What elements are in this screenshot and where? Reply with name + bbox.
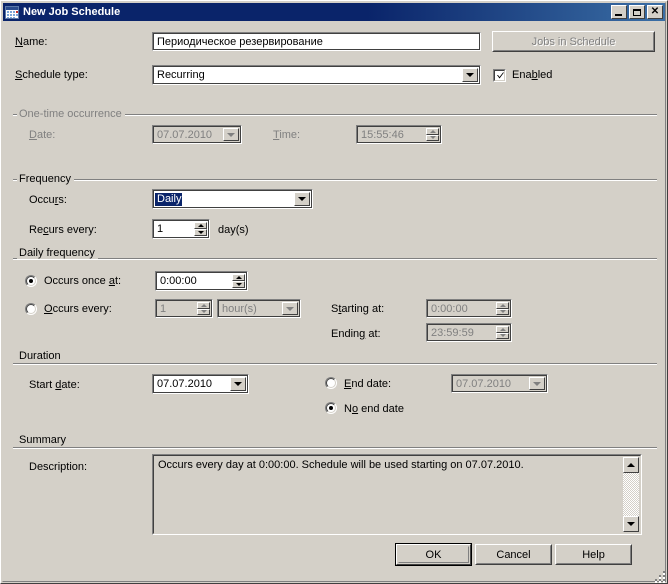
- occurs-every-radio[interactable]: [25, 303, 37, 315]
- one-time-date-combo: 07.07.2010: [152, 125, 242, 144]
- end-date-chevron-down-icon: [529, 377, 545, 390]
- titlebar[interactable]: New Job Schedule ✕: [3, 3, 665, 21]
- schedule-type-combo[interactable]: Recurring: [152, 65, 481, 85]
- ending-at-spinner: 23:59:59: [426, 323, 512, 342]
- window-title: New Job Schedule: [23, 6, 121, 18]
- no-end-date-radio[interactable]: [325, 402, 337, 414]
- recurs-every-spinner[interactable]: 1: [152, 219, 210, 239]
- jobs-in-schedule-label: Jobs in Schedule: [531, 35, 616, 48]
- start-date-chevron-down-icon[interactable]: [230, 377, 246, 391]
- recurs-every-unit-label: day(s): [218, 224, 249, 236]
- enabled-checkbox[interactable]: [493, 69, 506, 82]
- occurs-label: Occurs:: [29, 194, 67, 206]
- close-button[interactable]: ✕: [647, 5, 663, 19]
- one-time-time-label: Time:: [273, 129, 301, 141]
- name-input[interactable]: Периодическое резервирование: [152, 32, 481, 51]
- occurs-value: Daily: [155, 192, 183, 206]
- start-date-combo[interactable]: 07.07.2010: [152, 374, 249, 394]
- resize-grip[interactable]: [651, 567, 665, 583]
- description-label: Description:: [29, 461, 88, 473]
- starting-at-label: Starting at:: [331, 303, 385, 315]
- name-label: Name:: [15, 36, 48, 48]
- schedule-type-chevron-down-icon[interactable]: [462, 68, 478, 82]
- occurs-every-spinner: 1: [155, 299, 213, 318]
- occurs-value-wrap: Daily: [154, 191, 311, 207]
- end-date-radio[interactable]: [325, 377, 337, 389]
- new-job-schedule-dialog: New Job Schedule ✕ Name: Периодическое р…: [0, 0, 668, 584]
- duration-group-line: [13, 363, 657, 365]
- description-text: Occurs every day at 0:00:00. Schedule wi…: [158, 459, 524, 471]
- starting-at-spinner: 0:00:00: [426, 299, 512, 318]
- maximize-button[interactable]: [629, 5, 645, 19]
- one-time-time-spinner: 15:55:46: [356, 125, 442, 144]
- end-date-label: End date:: [344, 378, 392, 390]
- daily-frequency-group-line: [13, 258, 657, 260]
- occurs-combo[interactable]: Daily: [152, 189, 313, 209]
- occurs-every-unit-combo: hour(s): [217, 299, 301, 318]
- enabled-label: Enabled: [512, 69, 553, 81]
- daily-frequency-group-label: Daily frequency: [17, 247, 98, 259]
- occurs-once-radio[interactable]: [25, 275, 37, 287]
- start-date-label: Start date:: [29, 379, 80, 391]
- scroll-down-icon[interactable]: [623, 516, 639, 532]
- help-button[interactable]: Help: [555, 544, 632, 565]
- recurs-every-stepper[interactable]: [194, 222, 207, 236]
- occurs-chevron-down-icon[interactable]: [294, 192, 310, 206]
- schedule-type-value: Recurring: [154, 67, 479, 83]
- starting-at-stepper: [496, 302, 509, 315]
- occurs-every-unit-chevron-down-icon: [282, 302, 298, 315]
- cancel-button-label: Cancel: [496, 548, 531, 561]
- help-button-label: Help: [582, 548, 605, 561]
- ending-at-stepper: [496, 326, 509, 339]
- occurs-once-time-spinner[interactable]: 0:00:00: [155, 271, 248, 291]
- occurs-once-time-stepper[interactable]: [232, 274, 245, 288]
- recurs-every-label: Recurs every:: [29, 224, 97, 236]
- duration-group-label: Duration: [17, 350, 64, 362]
- ok-button[interactable]: OK: [395, 543, 472, 566]
- scrollbar-track[interactable]: [623, 473, 639, 516]
- one-time-group-label: One-time occurrence: [17, 108, 125, 120]
- check-icon: [496, 71, 505, 80]
- description-scrollbar[interactable]: [623, 457, 639, 532]
- name-input-value: Периодическое резервирование: [154, 34, 479, 49]
- description-textarea[interactable]: Occurs every day at 0:00:00. Schedule wi…: [152, 454, 642, 535]
- summary-group-line: [13, 447, 657, 449]
- window-controls: ✕: [611, 5, 663, 19]
- occurs-once-label: Occurs once at:: [44, 275, 122, 287]
- cancel-button[interactable]: Cancel: [475, 544, 552, 565]
- no-end-date-label: No end date: [344, 403, 404, 415]
- scroll-up-icon[interactable]: [623, 457, 639, 473]
- one-time-time-stepper: [426, 128, 439, 141]
- ending-at-label: Ending at:: [331, 328, 381, 340]
- occurs-every-stepper: [197, 302, 210, 315]
- one-time-date-chevron-down-icon: [223, 128, 239, 141]
- frequency-group-line: [13, 179, 657, 181]
- calendar-icon: [5, 5, 19, 19]
- jobs-in-schedule-button[interactable]: Jobs in Schedule: [492, 31, 655, 52]
- minimize-button[interactable]: [611, 5, 627, 19]
- schedule-type-label: Schedule type:: [15, 69, 88, 81]
- summary-group-label: Summary: [17, 434, 70, 446]
- frequency-group-label: Frequency: [17, 173, 74, 185]
- occurs-every-label: Occurs every:: [44, 303, 112, 315]
- one-time-date-label: Date:: [29, 129, 56, 141]
- ok-button-label: OK: [425, 548, 442, 561]
- end-date-combo: 07.07.2010: [451, 374, 548, 393]
